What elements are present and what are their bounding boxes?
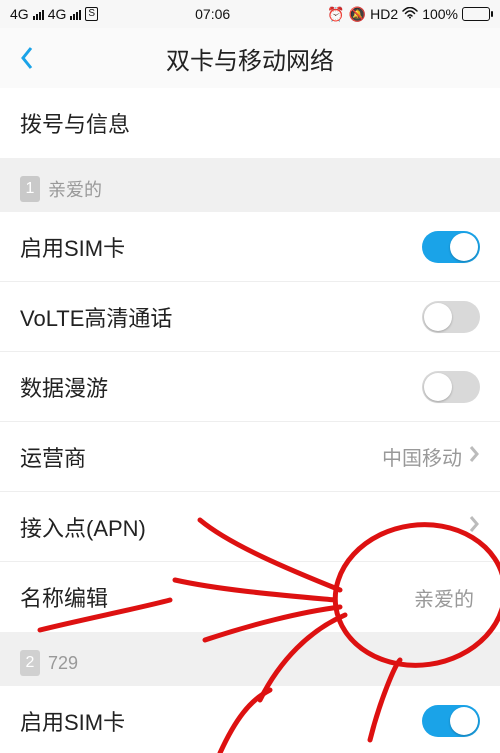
battery-icon	[462, 7, 490, 21]
group-general: 拨号与信息	[0, 88, 500, 158]
sim2-badge-icon: 2	[20, 650, 40, 676]
status-bar: 4G 4G S 07:06 ⏰ 🔕 HD2 100%	[0, 0, 500, 28]
row-label: 名称编辑	[20, 581, 414, 613]
chevron-right-icon	[468, 444, 480, 469]
section-header-sim1: 1 亲爱的	[0, 158, 500, 212]
signal-bars-2-icon	[70, 8, 81, 20]
network-label-2: 4G	[48, 6, 67, 22]
row-dial-info[interactable]: 拨号与信息	[0, 88, 500, 158]
page-title: 双卡与移动网络	[0, 41, 500, 76]
group-sim1: 启用SIM卡 VoLTE高清通话 数据漫游 运营商 中国移动 接入点(APN) …	[0, 212, 500, 632]
section-header-sim2: 2 729	[0, 632, 500, 686]
sim2-name: 729	[48, 653, 78, 674]
row-sim1-enable[interactable]: 启用SIM卡	[0, 212, 500, 282]
row-label: 启用SIM卡	[20, 705, 422, 737]
group-sim2: 启用SIM卡	[0, 686, 500, 753]
row-label: 拨号与信息	[20, 107, 480, 139]
status-left: 4G 4G S	[10, 6, 98, 22]
toggle-knob	[424, 373, 452, 401]
row-label: VoLTE高清通话	[20, 301, 422, 333]
battery-percent: 100%	[422, 6, 458, 22]
back-button[interactable]	[12, 43, 42, 73]
row-value: 中国移动	[382, 442, 462, 471]
sim1-badge-icon: 1	[20, 176, 40, 202]
row-sim1-roaming[interactable]: 数据漫游	[0, 352, 500, 422]
toggle-knob	[450, 233, 478, 261]
sim1-name: 亲爱的	[48, 176, 102, 202]
row-label: 接入点(APN)	[20, 511, 468, 543]
row-value: 亲爱的	[414, 583, 474, 612]
chevron-left-icon	[18, 44, 36, 72]
row-label: 数据漫游	[20, 371, 422, 403]
row-label: 启用SIM卡	[20, 231, 422, 263]
toggle-knob	[450, 707, 478, 735]
hd-icon: HD2	[370, 6, 398, 22]
chevron-right-icon	[468, 514, 480, 539]
status-time: 07:06	[98, 6, 327, 22]
wifi-icon	[402, 6, 418, 22]
row-sim1-rename[interactable]: 名称编辑 亲爱的	[0, 562, 500, 632]
signal-bars-1-icon	[33, 8, 44, 20]
network-label-1: 4G	[10, 6, 29, 22]
row-sim1-carrier[interactable]: 运营商 中国移动	[0, 422, 500, 492]
alarm-icon: ⏰	[327, 6, 344, 23]
row-sim2-enable[interactable]: 启用SIM卡	[0, 686, 500, 753]
toggle-sim1-roaming[interactable]	[422, 371, 480, 403]
mute-icon: 🔕	[349, 6, 366, 23]
row-sim1-volte[interactable]: VoLTE高清通话	[0, 282, 500, 352]
toggle-knob	[424, 303, 452, 331]
sim-card-icon: S	[85, 7, 98, 21]
row-sim1-apn[interactable]: 接入点(APN)	[0, 492, 500, 562]
toggle-sim1-volte[interactable]	[422, 301, 480, 333]
row-label: 运营商	[20, 441, 382, 473]
nav-bar: 双卡与移动网络	[0, 28, 500, 88]
status-right: ⏰ 🔕 HD2 100%	[327, 6, 490, 23]
toggle-sim1-enable[interactable]	[422, 231, 480, 263]
toggle-sim2-enable[interactable]	[422, 705, 480, 737]
